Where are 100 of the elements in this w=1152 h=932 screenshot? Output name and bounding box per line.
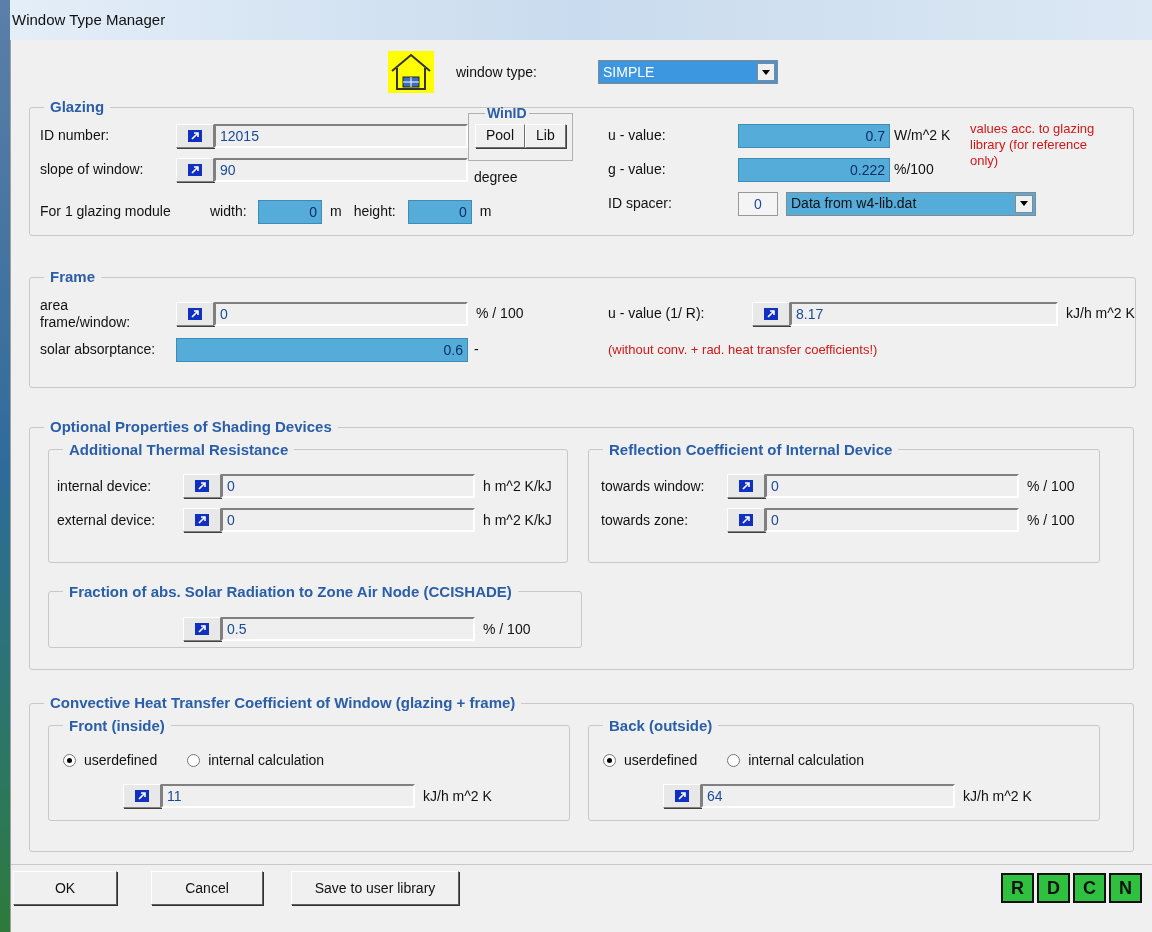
input-field[interactable]: 8.17	[790, 301, 1058, 326]
mode-button[interactable]: D	[1037, 873, 1070, 903]
unit-label: m	[329, 202, 343, 221]
input-field[interactable]: 0	[221, 474, 475, 498]
radio-label: internal calculation	[748, 750, 865, 770]
unit-label: m	[478, 202, 493, 221]
mode-button[interactable]: R	[1001, 873, 1034, 903]
radio-button[interactable]	[603, 753, 616, 767]
input-field[interactable]: 11	[161, 784, 415, 808]
input-field[interactable]: 0	[214, 301, 468, 326]
group-title: WinID	[487, 104, 527, 121]
unit-label: degree	[474, 168, 518, 187]
group-title: Optional Properties of Shading Devices	[50, 418, 332, 435]
field-label: solar absorptance:	[40, 340, 157, 359]
picker-button[interactable]	[183, 474, 221, 498]
dialog-button[interactable]: OK	[13, 871, 117, 905]
field-label: u - value (1/ R):	[608, 304, 706, 323]
picker-button[interactable]	[123, 784, 161, 808]
caret-icon	[757, 63, 775, 81]
picker-button[interactable]	[752, 301, 790, 326]
spacer-dropdown[interactable]: Data from w4-lib.dat	[786, 191, 1036, 216]
input-field[interactable]: 0	[765, 474, 1019, 498]
picker-button[interactable]	[727, 508, 765, 532]
arrow-icon	[195, 480, 209, 492]
unit-label: % / 100	[482, 619, 531, 639]
group-title: Reflection Coefficient of Internal Device	[609, 440, 893, 458]
field-label: slope of window:	[40, 160, 145, 179]
unit-label: %/100	[893, 160, 935, 179]
unit-label: W/m^2 K	[893, 126, 952, 145]
unit-label: % / 100	[475, 304, 524, 323]
picker-button[interactable]	[183, 508, 221, 532]
house-icon	[388, 51, 434, 93]
unit-label: -	[473, 340, 479, 359]
input-field[interactable]: 0	[221, 508, 475, 532]
picker-button[interactable]	[183, 617, 221, 641]
arrow-icon	[188, 307, 202, 320]
arrow-icon	[675, 790, 689, 802]
winid-button[interactable]: Pool	[475, 123, 526, 148]
field-label: internal device:	[57, 476, 153, 496]
picker-button[interactable]	[176, 301, 214, 326]
group-title: Convective Heat Transfer Coefficient of Window (glazing + frame)	[50, 694, 516, 711]
group-title: Additional Thermal Resistance	[69, 440, 289, 458]
field-label: towards zone:	[601, 510, 690, 530]
arrow-icon	[188, 163, 202, 176]
unit-label: % / 100	[1026, 510, 1075, 530]
group-title: Fraction of abs. Solar Radiation to Zone Air Node (CCISHADE)	[69, 582, 512, 600]
mode-button[interactable]: C	[1073, 873, 1106, 903]
input-field[interactable]: 0	[258, 199, 322, 224]
field-label: height:	[352, 202, 397, 221]
arrow-icon	[135, 790, 149, 802]
spacer-id-field[interactable]: 0	[738, 191, 778, 216]
input-field[interactable]: 0.6	[176, 337, 468, 362]
input-field[interactable]: 0.222	[738, 157, 890, 182]
caret-icon	[1015, 194, 1033, 213]
dialog-button[interactable]: Cancel	[151, 871, 263, 905]
mode-button[interactable]: N	[1109, 873, 1142, 903]
radio-button[interactable]	[727, 753, 741, 767]
unit-label: h m^2 K/kJ	[482, 510, 552, 530]
input-field[interactable]: 0	[407, 199, 472, 224]
radio-button[interactable]	[63, 753, 76, 767]
input-field[interactable]: 64	[701, 784, 955, 808]
unit-label: kJ/h m^2 K	[422, 786, 492, 806]
unit-label: % / 100	[1026, 476, 1075, 496]
input-field[interactable]: 0	[765, 508, 1019, 532]
field-label: towards window:	[601, 476, 706, 496]
arrow-icon	[188, 129, 202, 142]
arrow-icon	[764, 307, 778, 320]
input-field[interactable]: 12015	[214, 123, 468, 148]
input-field[interactable]: 0.7	[738, 123, 890, 148]
group-title: Glazing	[50, 98, 105, 115]
input-field[interactable]: 90	[214, 157, 468, 182]
field-label: width:	[210, 202, 248, 221]
arrow-icon	[739, 514, 753, 526]
field-label: ID spacer:	[608, 194, 673, 213]
picker-button[interactable]	[663, 784, 701, 808]
arrow-icon	[739, 480, 753, 492]
unit-label: kJ/h m^2 K	[1065, 304, 1135, 323]
arrow-icon	[195, 514, 209, 526]
picker-button[interactable]	[176, 157, 214, 182]
arrow-icon	[195, 623, 209, 635]
field-label: ID number:	[40, 126, 111, 145]
unit-label: h m^2 K/kJ	[482, 476, 552, 496]
radio-label: userdefined	[624, 750, 698, 770]
radio-button[interactable]	[187, 753, 201, 767]
field-label: g - value:	[608, 160, 667, 179]
dialog-button[interactable]: Save to user library	[291, 871, 459, 905]
note-text: (without conv. + rad. heat transfer coefficients!)	[608, 340, 878, 359]
picker-button[interactable]	[727, 474, 765, 498]
radio-label: userdefined	[84, 750, 158, 770]
field-label: For 1 glazing module	[40, 202, 172, 221]
note-text: values acc. to glazing library (for reference only)	[970, 119, 1096, 170]
group-title: Frame	[50, 268, 96, 285]
picker-button[interactable]	[176, 123, 214, 148]
input-field[interactable]: 0.5	[221, 617, 475, 641]
unit-label: kJ/h m^2 K	[962, 786, 1032, 806]
field-label: window type:	[456, 62, 538, 82]
field-label: u - value:	[608, 126, 667, 145]
winid-button[interactable]: Lib	[525, 123, 566, 148]
field-label: area frame/window:	[40, 296, 132, 331]
field-label: external device:	[57, 510, 157, 530]
